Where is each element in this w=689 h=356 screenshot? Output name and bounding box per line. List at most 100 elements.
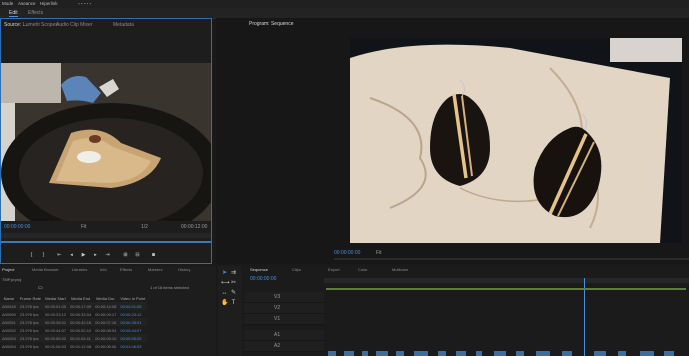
- col-media-start[interactable]: Media Start: [43, 294, 68, 302]
- cell: 00:00:55:02: [42, 334, 69, 342]
- col-name[interactable]: Name: [0, 294, 18, 302]
- play-icon[interactable]: ▶: [81, 253, 86, 258]
- cell: 00:00:55:02: [118, 334, 148, 342]
- audio-clip[interactable]: [664, 351, 674, 356]
- go-to-in-icon[interactable]: ⇤: [57, 253, 62, 258]
- go-to-out-icon[interactable]: ⇥: [105, 253, 110, 258]
- audio-clip[interactable]: [476, 351, 482, 356]
- source-video-frame[interactable]: [1, 63, 211, 221]
- program-fit-dropdown[interactable]: Fit: [376, 250, 382, 256]
- tab-history[interactable]: History: [178, 267, 190, 272]
- col-media-duration[interactable]: Media Dur.: [93, 294, 118, 302]
- tab-sequence[interactable]: Sequence: [250, 267, 268, 272]
- audio-clip[interactable]: [396, 351, 404, 356]
- menu-item-generic[interactable]: ▪ ▪ ▪ ▪ ▪: [78, 1, 91, 6]
- timeline-panel: Sequence Clips Export Color Multicam 00:…: [244, 266, 689, 356]
- slip-tool-icon[interactable]: ↔: [221, 290, 228, 297]
- export-frame-icon[interactable]: ◙: [151, 253, 156, 258]
- audio-clip[interactable]: [516, 351, 524, 356]
- tab-media-browser[interactable]: Media Browser: [32, 267, 59, 272]
- source-duration: 00:00:12:00: [181, 224, 208, 230]
- insert-icon[interactable]: ⊞: [123, 253, 128, 258]
- mark-out-icon[interactable]: }: [41, 253, 46, 258]
- audio-clip[interactable]: [562, 351, 572, 356]
- tab-libraries[interactable]: Libraries: [72, 267, 87, 272]
- tab-export[interactable]: Export: [328, 267, 340, 272]
- audio-clip[interactable]: [594, 351, 606, 356]
- workspace-tab-effects[interactable]: Effects: [28, 10, 43, 16]
- tab-color[interactable]: Color: [358, 267, 368, 272]
- audio-clip[interactable]: [344, 351, 354, 356]
- table-row[interactable]: A00049 23.976 fps 00:00:01:05 00:00:17:09 00…: [0, 302, 148, 310]
- timeline-timecode[interactable]: 00:00:00:00: [250, 276, 276, 282]
- track-label: V2: [274, 305, 281, 311]
- source-controls: 00:00:00:00 Fit 1/2 00:00:12:00 { } ⇤ ◂ …: [1, 223, 211, 263]
- audio-clip[interactable]: [438, 351, 446, 356]
- audio-clip[interactable]: [328, 351, 336, 356]
- audio-clip[interactable]: [536, 351, 550, 356]
- audio-clip[interactable]: [618, 351, 626, 356]
- track-label: V1: [274, 316, 281, 322]
- program-scrub-bar[interactable]: [334, 258, 689, 260]
- source-timecode[interactable]: 00:00:00:00: [4, 224, 30, 230]
- tools-panel: ➤ ⇉ ⟷ ✂ ↔ ✎ ✋ T: [218, 266, 242, 356]
- source-ratio-dropdown[interactable]: 1/2: [141, 224, 148, 230]
- selection-tool-icon[interactable]: ➤: [221, 270, 228, 277]
- tab-markers[interactable]: Markers: [148, 267, 162, 272]
- program-video-frame[interactable]: [350, 38, 682, 243]
- audio-clip[interactable]: [376, 351, 388, 356]
- col-media-end[interactable]: Media End: [68, 294, 93, 302]
- source-fit-dropdown[interactable]: Fit: [81, 224, 87, 230]
- tab-project[interactable]: Project: [2, 267, 14, 272]
- cell: A00051: [0, 318, 18, 326]
- track-header-a2: A2: [244, 341, 324, 352]
- tab-audio-clip-mixer[interactable]: Audio Clip Mixer: [56, 22, 92, 28]
- cell: A00049: [0, 302, 18, 310]
- track-select-tool-icon[interactable]: ⇉: [230, 270, 237, 277]
- program-timecode[interactable]: 00:00:00:00: [334, 250, 360, 256]
- audio-clip[interactable]: [640, 351, 654, 356]
- cell: A00053: [0, 334, 18, 342]
- folder-icon[interactable]: ▭: [38, 285, 43, 291]
- table-row[interactable]: A00054 23.976 fps 00:01:06:03 00:01:12:08 00…: [0, 342, 147, 350]
- tab-info[interactable]: Info: [100, 267, 107, 272]
- menu-item-mode[interactable]: Mode: [2, 1, 13, 6]
- cell: 00:00:09:10: [93, 334, 119, 342]
- tab-effects[interactable]: Effects: [120, 267, 132, 272]
- hand-tool-icon[interactable]: ✋: [221, 300, 228, 307]
- cell: A00050: [2, 311, 16, 317]
- col-video-in-point[interactable]: Video In Point: [118, 294, 147, 302]
- source-scrub-bar[interactable]: [1, 241, 211, 243]
- audio-clip[interactable]: [362, 351, 368, 356]
- ripple-edit-tool-icon[interactable]: ⟷: [221, 280, 230, 287]
- table-row[interactable]: A00053 23.976 fps 00:00:55:02 00:01:04:11 00…: [0, 334, 148, 342]
- source-monitor: Source: ... Lumetri Scopes Audio Clip Mi…: [0, 18, 212, 264]
- timeline-ruler[interactable]: [324, 278, 689, 283]
- overwrite-icon[interactable]: ⊟: [135, 253, 140, 258]
- menu-item-aseance[interactable]: Aseance: [18, 1, 36, 6]
- mark-in-icon[interactable]: {: [29, 253, 34, 258]
- step-forward-icon[interactable]: ▸: [93, 253, 98, 258]
- step-back-icon[interactable]: ◂: [69, 253, 74, 258]
- table-row[interactable]: A00051 23.976 fps 00:00:35:01 00:00:42:16 00…: [0, 318, 148, 326]
- project-path: TMP.prproj: [2, 277, 22, 282]
- cell: 23.976 fps: [17, 334, 43, 342]
- table-row[interactable]: A00050 23.976 fps 00:00:23:12 00:00:33:04 00…: [0, 310, 147, 318]
- table-row[interactable]: A00052 23.976 fps 00:00:44:07 00:00:52:10 00…: [0, 326, 147, 334]
- tab-clips[interactable]: Clips: [292, 267, 301, 272]
- type-tool-icon[interactable]: T: [230, 300, 237, 307]
- tab-lumetri-scopes[interactable]: Lumetri Scopes: [23, 22, 58, 28]
- tab-metadata[interactable]: Metadata: [113, 22, 134, 28]
- menu-item-hiperlink[interactable]: Hiperlink: [40, 1, 58, 6]
- source-tabs: Source: ... Lumetri Scopes Audio Clip Mi…: [1, 19, 211, 29]
- pen-tool-icon[interactable]: ✎: [230, 290, 237, 297]
- col-frame-rate[interactable]: Frame Rate: [18, 294, 43, 302]
- audio-clip[interactable]: [494, 351, 506, 356]
- audio-clip[interactable]: [456, 351, 466, 356]
- source-time-ruler[interactable]: [1, 233, 211, 238]
- audio-clip[interactable]: [414, 351, 428, 356]
- tab-program[interactable]: Program: Sequence: [249, 21, 293, 27]
- workspace-tab-edit[interactable]: Edit: [9, 10, 18, 17]
- tab-multicam[interactable]: Multicam: [392, 267, 408, 272]
- razor-tool-icon[interactable]: ✂: [230, 280, 237, 287]
